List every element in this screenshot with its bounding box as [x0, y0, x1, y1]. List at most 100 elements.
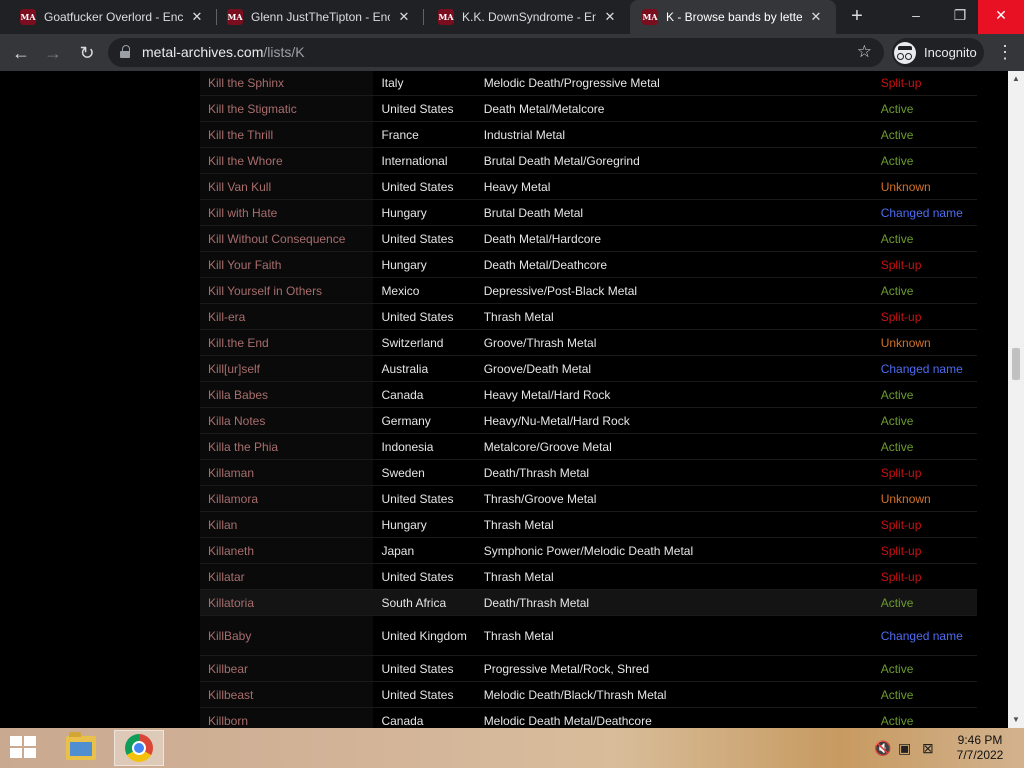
windows-start-button[interactable]	[10, 736, 38, 760]
band-status: Active	[872, 95, 977, 122]
band-country: United States	[373, 563, 476, 590]
band-genre: Death/Thrash Metal	[475, 459, 873, 486]
band-status: Unknown	[872, 329, 977, 356]
band-genre: Brutal Death Metal	[475, 199, 873, 226]
close-tab-icon[interactable]: ✕	[189, 9, 205, 25]
band-status: Active	[872, 655, 977, 682]
incognito-indicator[interactable]: Incognito	[892, 38, 984, 67]
table-row: Killbeast United States Melodic Death/Blac…	[200, 681, 977, 708]
band-name-link[interactable]: Kill-era	[200, 303, 374, 330]
scroll-down-arrow-icon[interactable]: ▼	[1008, 712, 1024, 728]
band-name-link[interactable]: Kill the Sphinx	[200, 71, 374, 96]
band-name-link[interactable]: Killatar	[200, 563, 374, 590]
vertical-scrollbar[interactable]: ▲ ▼	[1008, 71, 1024, 728]
file-explorer-taskbar-icon[interactable]	[56, 730, 106, 766]
taskbar-clock[interactable]: 9:46 PM 7/7/2022	[948, 733, 1012, 763]
network-disconnected-icon[interactable]: ⊠	[922, 740, 934, 757]
band-country: United States	[373, 655, 476, 682]
band-genre: Groove/Thrash Metal	[475, 329, 873, 356]
band-country: Germany	[373, 407, 476, 434]
band-country: Canada	[373, 381, 476, 408]
chrome-taskbar-icon[interactable]	[114, 730, 164, 766]
incognito-label: Incognito	[924, 45, 977, 60]
band-country: Hungary	[373, 511, 476, 538]
band-name-link[interactable]: Kill the Thrill	[200, 121, 374, 148]
table-row: Kill-era United States Thrash Metal Split-u…	[200, 303, 977, 330]
band-genre: Thrash Metal	[475, 615, 873, 656]
band-name-link[interactable]: Killa Babes	[200, 381, 374, 408]
band-country: Italy	[373, 71, 476, 96]
band-name-link[interactable]: Killaman	[200, 459, 374, 486]
table-row: Killbear United States Progressive Metal/R…	[200, 655, 977, 682]
band-name-link[interactable]: Killbeast	[200, 681, 374, 708]
close-window-button[interactable]: ✕	[978, 0, 1024, 34]
band-name-link[interactable]: Killborn	[200, 707, 374, 728]
band-name-link[interactable]: Kill[ur]self	[200, 355, 374, 382]
band-country: Indonesia	[373, 433, 476, 460]
browser-tab-active[interactable]: MA K - Browse bands by letter ✕	[630, 0, 836, 34]
table-row: Kill Without Consequence United States Dea…	[200, 225, 977, 252]
band-name-link[interactable]: Killa Notes	[200, 407, 374, 434]
band-status: Active	[872, 589, 977, 616]
band-name-link[interactable]: Kill Yourself in Others	[200, 277, 374, 304]
band-genre: Melodic Death/Black/Thrash Metal	[475, 681, 873, 708]
band-country: United States	[373, 681, 476, 708]
action-center-icon[interactable]: ▣	[898, 740, 911, 757]
table-row: Kill Your Faith Hungary Death Metal/Deathc…	[200, 251, 977, 278]
minimize-button[interactable]: –	[896, 0, 936, 34]
tab-title: K.K. DownSyndrome - Ency	[462, 10, 596, 24]
band-country: Hungary	[373, 251, 476, 278]
band-genre: Death Metal/Hardcore	[475, 225, 873, 252]
band-name-link[interactable]: Killan	[200, 511, 374, 538]
bands-table: Kill the Sphinx Italy Melodic Death/Progre…	[200, 71, 977, 728]
band-status: Changed name	[872, 355, 977, 382]
band-name-link[interactable]: Killbear	[200, 655, 374, 682]
reload-button[interactable]: ↻	[74, 40, 100, 66]
table-row: Kill Yourself in Others Mexico Depressive/…	[200, 277, 977, 304]
band-name-link[interactable]: Kill the Stigmatic	[200, 95, 374, 122]
close-tab-icon[interactable]: ✕	[602, 9, 618, 25]
band-genre: Thrash Metal	[475, 303, 873, 330]
address-bar[interactable]: metal-archives.com/lists/K ☆	[108, 38, 884, 67]
table-row: Killatoria South Africa Death/Thrash Metal…	[200, 589, 977, 616]
maximize-button[interactable]: ❐	[940, 0, 980, 34]
band-name-link[interactable]: Kill Your Faith	[200, 251, 374, 278]
browser-tab[interactable]: MA K.K. DownSyndrome - Ency ✕	[418, 0, 630, 34]
url-text[interactable]: metal-archives.com/lists/K	[142, 44, 305, 60]
band-name-link[interactable]: KillBaby	[200, 615, 374, 656]
new-tab-button[interactable]: +	[846, 5, 868, 27]
band-name-link[interactable]: Kill.the End	[200, 329, 374, 356]
table-row: Kill Van Kull United States Heavy Metal Unk…	[200, 173, 977, 200]
band-name-link[interactable]: Kill the Whore	[200, 147, 374, 174]
band-status: Split-up	[872, 537, 977, 564]
band-name-link[interactable]: Kill with Hate	[200, 199, 374, 226]
band-country: Sweden	[373, 459, 476, 486]
band-status: Split-up	[872, 511, 977, 538]
band-genre: Thrash Metal	[475, 563, 873, 590]
browser-toolbar: ← → ↻ metal-archives.com/lists/K ☆ Incog…	[0, 34, 1024, 71]
tab-title: K - Browse bands by letter	[666, 10, 802, 24]
browser-menu-icon[interactable]: ⋮	[996, 42, 1014, 62]
band-name-link[interactable]: Killatoria	[200, 589, 374, 616]
table-row: Killa Babes Canada Heavy Metal/Hard Rock Ac…	[200, 381, 977, 408]
scrollbar-thumb[interactable]	[1012, 348, 1020, 380]
close-tab-icon[interactable]: ✕	[396, 9, 412, 25]
volume-muted-icon[interactable]: 🔇	[874, 740, 891, 757]
band-name-link[interactable]: Killamora	[200, 485, 374, 512]
close-tab-icon[interactable]: ✕	[808, 9, 824, 25]
bookmark-star-icon[interactable]: ☆	[857, 42, 872, 62]
band-country: United States	[373, 225, 476, 252]
band-name-link[interactable]: Killa the Phia	[200, 433, 374, 460]
band-name-link[interactable]: Kill Without Consequence	[200, 225, 374, 252]
band-name-link[interactable]: Kill Van Kull	[200, 173, 374, 200]
back-button[interactable]: ←	[8, 40, 34, 66]
band-name-link[interactable]: Killaneth	[200, 537, 374, 564]
clock-time: 9:46 PM	[957, 733, 1003, 747]
band-genre: Progressive Metal/Rock, Shred	[475, 655, 873, 682]
scroll-up-arrow-icon[interactable]: ▲	[1008, 71, 1024, 87]
band-genre: Death Metal/Metalcore	[475, 95, 873, 122]
band-genre: Heavy/Nu-Metal/Hard Rock	[475, 407, 873, 434]
forward-button[interactable]: →	[40, 40, 66, 66]
browser-tab[interactable]: MA Goatfucker Overlord - Ency ✕	[0, 0, 217, 34]
browser-tab[interactable]: MA Glenn JustTheTipton - Ency ✕	[207, 0, 424, 34]
